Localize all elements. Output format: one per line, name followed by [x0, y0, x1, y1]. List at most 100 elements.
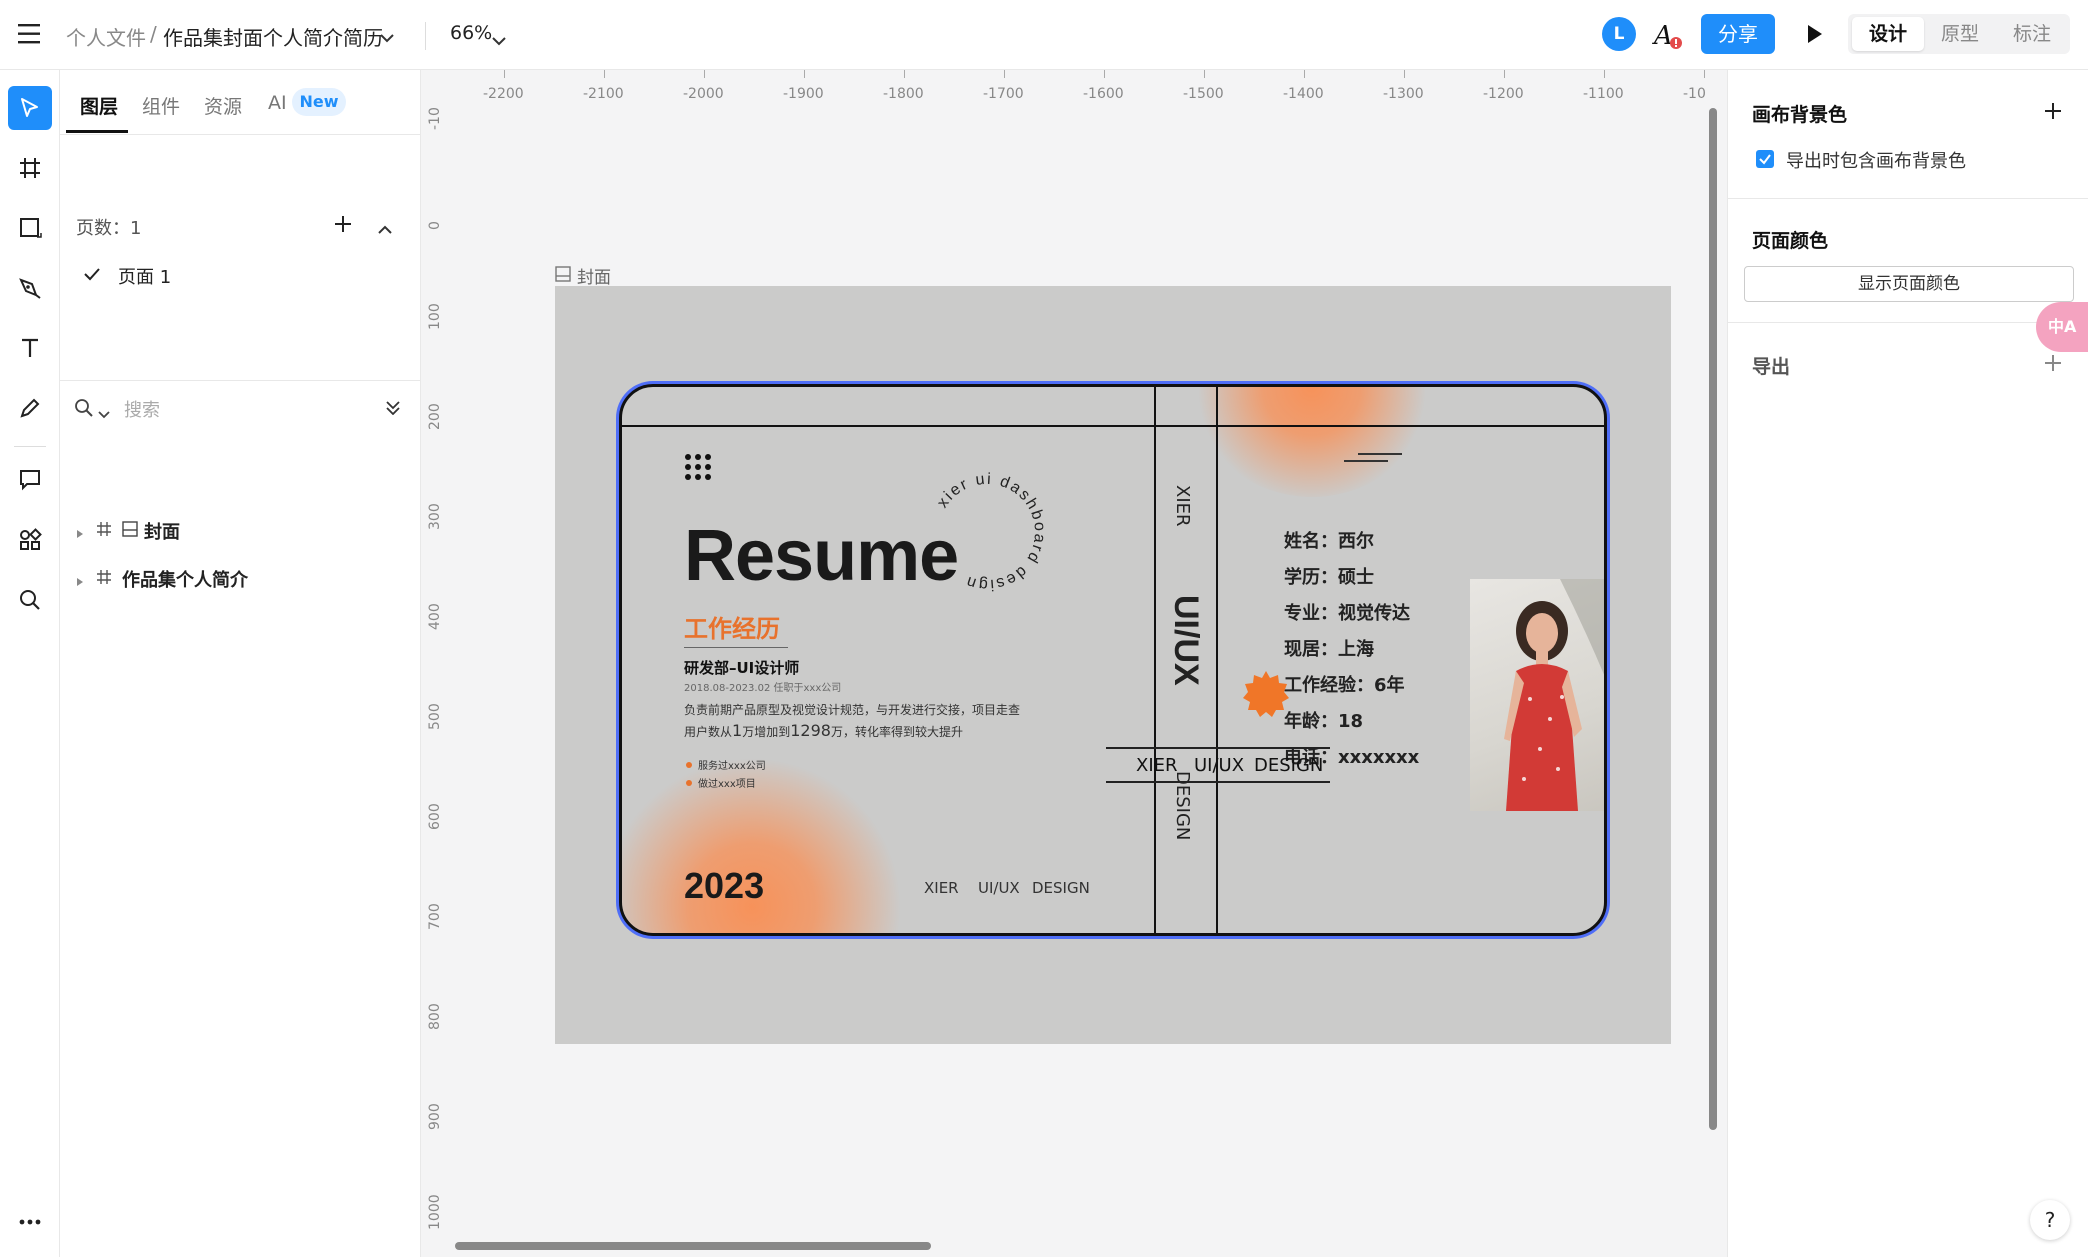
tab-components[interactable]: 组件: [142, 92, 180, 119]
horizontal-scrollbar[interactable]: [455, 1242, 931, 1250]
add-icon[interactable]: [2044, 102, 2062, 124]
layer-row-cover[interactable]: 封面: [60, 512, 421, 548]
desc-number: 1: [732, 721, 743, 740]
tab-design[interactable]: 设计: [1852, 17, 1924, 51]
bullet-item: 服务过xxx公司: [698, 761, 766, 772]
layer-row-profile[interactable]: 作品集个人简介: [60, 560, 421, 596]
comment-tool[interactable]: [8, 458, 52, 502]
ruler-label: -1700: [983, 86, 1024, 102]
search-filter-chevron-icon[interactable]: [98, 404, 110, 423]
ruler-label: -1400: [1283, 86, 1324, 102]
tab-assets[interactable]: 资源: [204, 92, 242, 119]
deco-line: [1344, 460, 1388, 462]
zoom-chevron-icon[interactable]: [492, 31, 506, 50]
footer-left-label: UI/UX: [978, 879, 1020, 897]
frame-label[interactable]: 封面: [577, 263, 611, 288]
tool-rail: [0, 70, 60, 1257]
search-icon: [20, 590, 40, 610]
shape-tool[interactable]: [8, 206, 52, 250]
resume-ticket[interactable]: Resume xier ui dashboard design 工作经历 研发部…: [619, 384, 1607, 936]
job-title: 研发部–UI设计师: [684, 659, 800, 677]
ruler-label: 200: [427, 403, 443, 430]
collapse-pages-icon[interactable]: [378, 220, 392, 239]
expand-all-icon[interactable]: [386, 400, 400, 419]
text-tool[interactable]: [8, 326, 52, 370]
tab-ai[interactable]: AI: [268, 92, 287, 114]
check-icon: [1759, 154, 1771, 165]
layer-name: 作品集个人简介: [122, 570, 248, 591]
page-item[interactable]: 页面 1: [118, 263, 171, 289]
frame-label-icon: [555, 266, 571, 286]
help-label: ?: [2044, 1208, 2056, 1232]
caret-right-icon[interactable]: [76, 524, 84, 543]
pencil-tool[interactable]: [8, 386, 52, 430]
avatar-letter: L: [1613, 24, 1625, 44]
divider: [1728, 198, 2088, 199]
info-age: 年龄：18: [1284, 711, 1364, 732]
show-page-color-button[interactable]: 显示页面颜色: [1744, 266, 2074, 302]
button-label: 显示页面颜色: [1858, 274, 1960, 294]
divider: [14, 446, 46, 447]
ruler-tick: [1704, 70, 1705, 78]
canvas[interactable]: -2200 -2100 -2000 -1900 -1800 -1700 -1600 -1500…: [421, 70, 1727, 1257]
file-name[interactable]: 作品集封面个人简介简历: [163, 22, 383, 51]
avatar[interactable]: L: [1602, 17, 1636, 51]
add-page-icon[interactable]: [334, 215, 352, 237]
info-experience: 工作经验：6年: [1284, 675, 1405, 696]
ruler-label: -1300: [1383, 86, 1424, 102]
font-check-icon[interactable]: A: [1652, 18, 1686, 52]
artboard-cover[interactable]: Resume xier ui dashboard design 工作经历 研发部…: [555, 286, 1671, 1044]
more-icon: [19, 1219, 41, 1225]
add-export-icon[interactable]: [2044, 354, 2062, 376]
help-button[interactable]: ?: [2030, 1200, 2070, 1240]
properties-panel: 画布背景色 导出时包含画布背景色 页面颜色 显示页面颜色 导出 中A ?: [1727, 70, 2088, 1257]
ruler-label: -1500: [1183, 86, 1224, 102]
ruler-tick: [1604, 70, 1605, 78]
ruler-label: 300: [427, 503, 443, 530]
frame-tool[interactable]: [8, 146, 52, 190]
info-name: 姓名：西尔: [1284, 531, 1374, 552]
year: 2023: [684, 865, 765, 906]
svg-text:A: A: [1652, 21, 1673, 51]
play-icon[interactable]: [1806, 23, 1824, 49]
pen-tool[interactable]: [8, 266, 52, 310]
ruler-label: 0: [427, 221, 443, 230]
vertical-scrollbar[interactable]: [1709, 108, 1717, 1130]
more-tool[interactable]: [8, 1200, 52, 1244]
check-icon: [84, 266, 100, 285]
share-button[interactable]: 分享: [1701, 14, 1775, 54]
translate-badge[interactable]: 中A: [2036, 302, 2088, 352]
top-bar: 个人文件 / 作品集封面个人简介简历 66% L A 分享 设计 原型 标注: [0, 0, 2088, 70]
deco-line: [1358, 453, 1402, 455]
ruler-label: -2100: [583, 86, 624, 102]
ruler-tick: [1104, 70, 1105, 78]
ruler-tick: [504, 70, 505, 78]
resume-title: Resume: [684, 516, 959, 596]
select-tool[interactable]: [8, 86, 52, 130]
ruler-horizontal: -2200 -2100 -2000 -1900 -1800 -1700 -1600 -1500…: [421, 70, 1727, 106]
pen-icon: [19, 278, 41, 299]
plugins-icon: [20, 528, 42, 550]
pages-count: 页数：1: [76, 218, 142, 239]
footer-rule: [1106, 781, 1330, 783]
tab-layers[interactable]: 图层: [80, 92, 118, 119]
job-desc-line2: 用户数从1万增加到1298万，转化率得到较大提升: [684, 721, 963, 740]
search-tool[interactable]: [8, 578, 52, 622]
caret-right-icon[interactable]: [76, 572, 84, 591]
chevron-down-icon[interactable]: [380, 28, 394, 47]
ruler-label: 800: [427, 1003, 443, 1030]
frame-icon: [96, 521, 112, 541]
ruler-label: -1100: [1583, 86, 1624, 102]
zoom-level[interactable]: 66%: [450, 22, 492, 44]
tab-prototype[interactable]: 原型: [1924, 14, 1996, 54]
spine-line: [1216, 387, 1218, 933]
ruler-vertical: -10 0 100 200 300 400 500 600 700 800 900 1000: [421, 70, 453, 1257]
include-bg-checkbox[interactable]: [1756, 150, 1774, 168]
menu-icon[interactable]: [18, 24, 42, 44]
plugins-tool[interactable]: [8, 518, 52, 562]
canvas-bg-title: 画布背景色: [1752, 104, 1848, 126]
breadcrumb-parent[interactable]: 个人文件: [66, 22, 146, 51]
layer-search-input[interactable]: 搜索: [124, 396, 160, 422]
ruler-label: 900: [427, 1103, 443, 1130]
tab-annotate[interactable]: 标注: [1996, 14, 2068, 54]
